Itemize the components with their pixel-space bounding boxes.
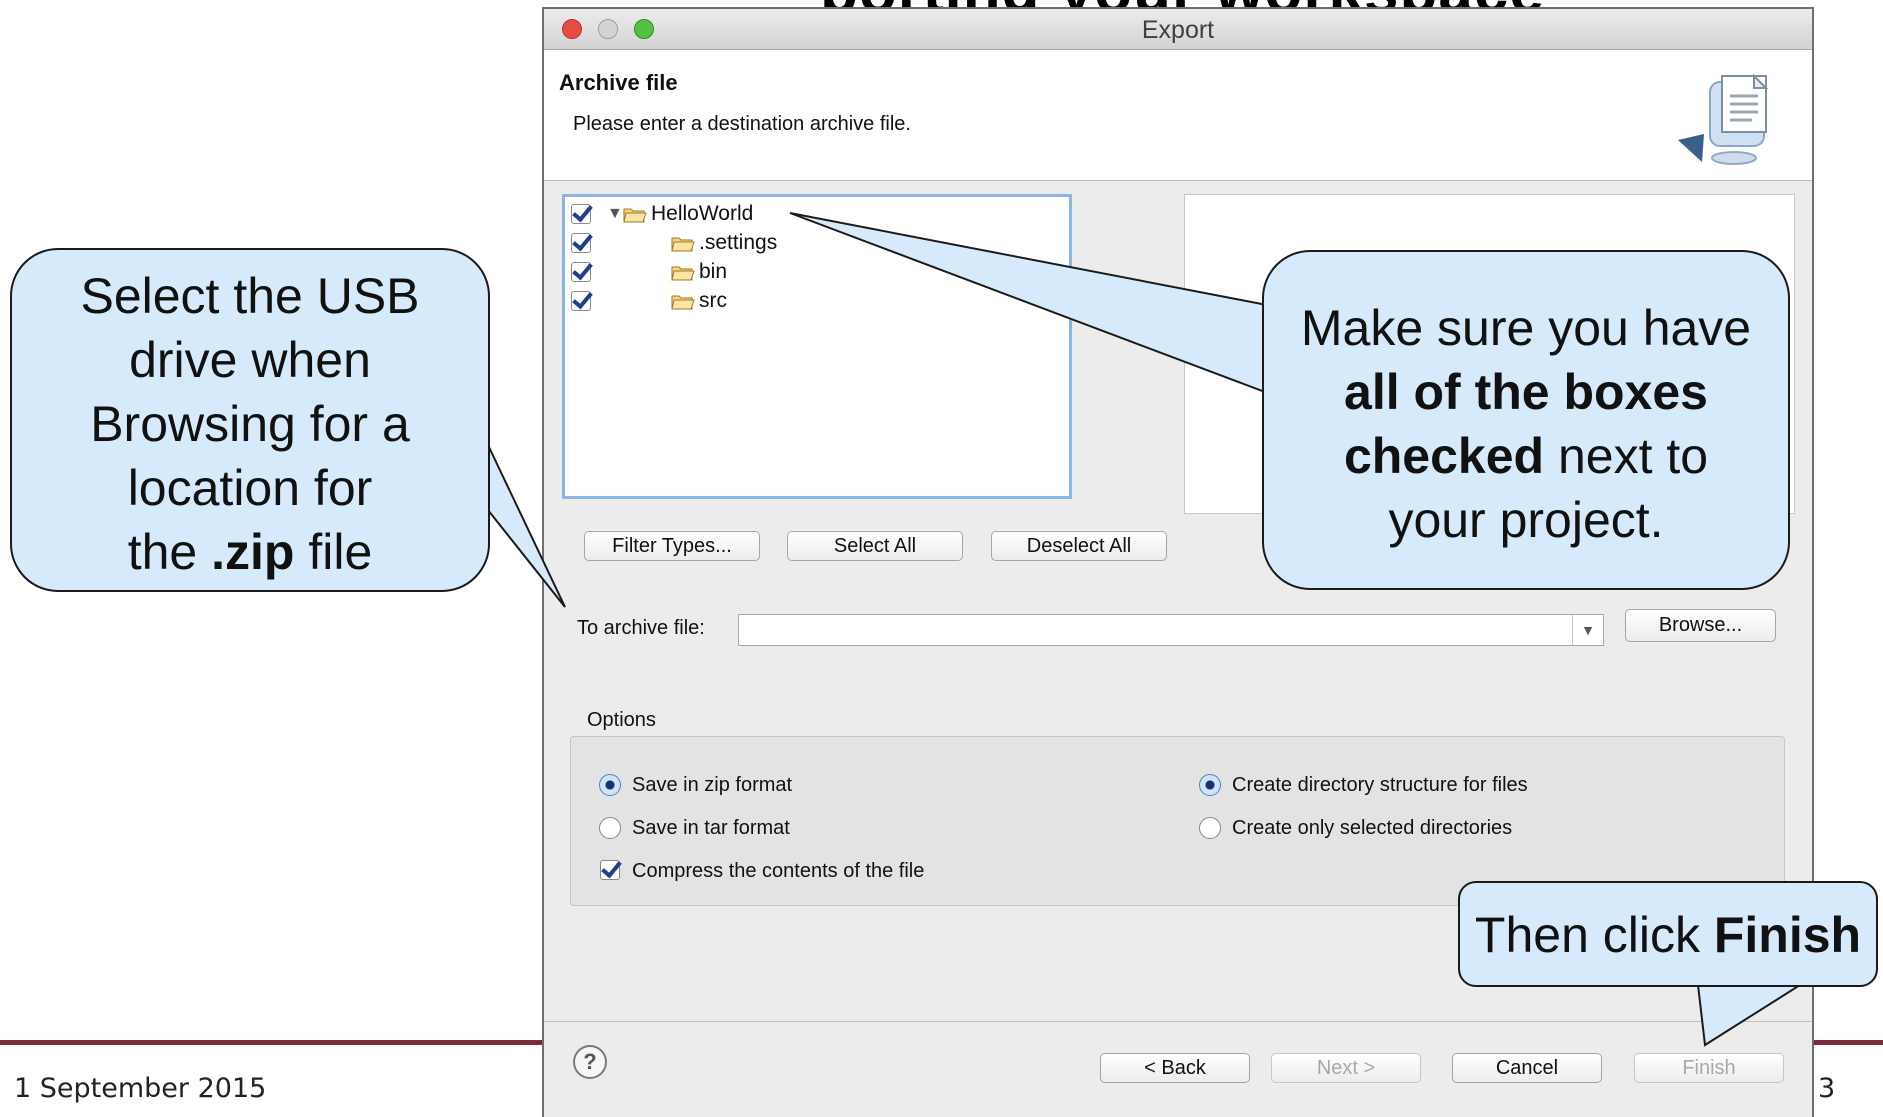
callout-line: the .zip file xyxy=(127,524,373,580)
wizard-page-message: Please enter a destination archive file. xyxy=(573,113,911,135)
tree-item-checkbox[interactable] xyxy=(571,233,591,253)
window-titlebar[interactable]: Export xyxy=(544,9,1812,50)
browse-button[interactable]: Browse... xyxy=(1625,609,1776,642)
zip-format-label[interactable]: Save in zip format xyxy=(632,774,792,797)
slide-date: 1 September 2015 xyxy=(14,1073,267,1104)
usb-drive-callout: Select the USB drive when Browsing for a… xyxy=(10,248,490,592)
finish-button[interactable]: Finish xyxy=(1634,1053,1784,1083)
callout-line: location for xyxy=(127,460,373,516)
folder-icon xyxy=(671,295,695,309)
tree-item-label: src xyxy=(699,289,727,312)
tree-item[interactable]: ▼ HelloWorld xyxy=(571,200,753,228)
folder-icon xyxy=(671,237,695,251)
finish-callout: Then click Finish xyxy=(1458,881,1878,987)
folder-icon xyxy=(671,266,695,280)
zip-format-radio[interactable] xyxy=(599,774,621,796)
check-boxes-callout: Make sure you have all of the boxes chec… xyxy=(1262,250,1790,590)
create-structure-label[interactable]: Create directory structure for files xyxy=(1232,774,1528,797)
tree-item[interactable]: .settings xyxy=(571,229,777,257)
window-title: Export xyxy=(1141,16,1215,44)
expand-triangle-icon[interactable]: ▼ xyxy=(607,205,623,223)
deselect-all-button[interactable]: Deselect All xyxy=(991,531,1167,561)
create-selected-label[interactable]: Create only selected directories xyxy=(1232,817,1512,840)
callout-line: Browsing for a xyxy=(90,396,410,452)
compress-checkbox[interactable] xyxy=(600,860,620,880)
tree-item-checkbox[interactable] xyxy=(571,291,591,311)
callout-line: Select the USB xyxy=(80,268,420,324)
tree-item[interactable]: src xyxy=(571,287,727,315)
tar-format-label[interactable]: Save in tar format xyxy=(632,817,790,840)
cancel-button[interactable]: Cancel xyxy=(1452,1053,1602,1083)
archive-file-label: To archive file: xyxy=(577,617,705,639)
open-project-folder-icon xyxy=(623,208,647,222)
callout-line: Make sure you have xyxy=(1300,300,1752,356)
callout-line: all of the boxes xyxy=(1344,364,1708,420)
archive-file-combo[interactable]: ▼ xyxy=(738,614,1604,646)
callout-line: drive when xyxy=(129,332,371,388)
wizard-page-title: Archive file xyxy=(559,70,678,95)
combo-dropdown-icon[interactable]: ▼ xyxy=(1572,615,1603,645)
back-button[interactable]: < Back xyxy=(1100,1053,1250,1083)
tree-item-checkbox[interactable] xyxy=(571,204,591,224)
options-group-label: Options xyxy=(587,709,656,731)
create-structure-radio[interactable] xyxy=(1199,774,1221,796)
button-bar-separator xyxy=(544,1021,1812,1022)
export-archive-icon xyxy=(1678,73,1769,165)
tree-item[interactable]: bin xyxy=(571,258,727,286)
tree-item-checkbox[interactable] xyxy=(571,262,591,282)
wizard-header: Archive file Please enter a destination … xyxy=(544,50,1812,181)
tree-item-label: bin xyxy=(699,260,728,283)
compress-label[interactable]: Compress the contents of the file xyxy=(632,860,924,883)
callout-line: checked next to xyxy=(1343,428,1709,484)
tree-item-label: .settings xyxy=(699,231,778,254)
resource-tree[interactable]: ▼ HelloWorld .settings bin src xyxy=(562,194,1072,499)
tar-format-radio[interactable] xyxy=(599,817,621,839)
filter-types-button[interactable]: Filter Types... xyxy=(584,531,760,561)
slide-page-number: 3 xyxy=(1818,1073,1836,1104)
next-button[interactable]: Next > xyxy=(1271,1053,1421,1083)
tree-item-label: HelloWorld xyxy=(651,202,754,225)
callout-line: your project. xyxy=(1388,492,1664,548)
create-selected-radio[interactable] xyxy=(1199,817,1221,839)
select-all-button[interactable]: Select All xyxy=(787,531,963,561)
help-icon[interactable]: ? xyxy=(573,1045,607,1079)
